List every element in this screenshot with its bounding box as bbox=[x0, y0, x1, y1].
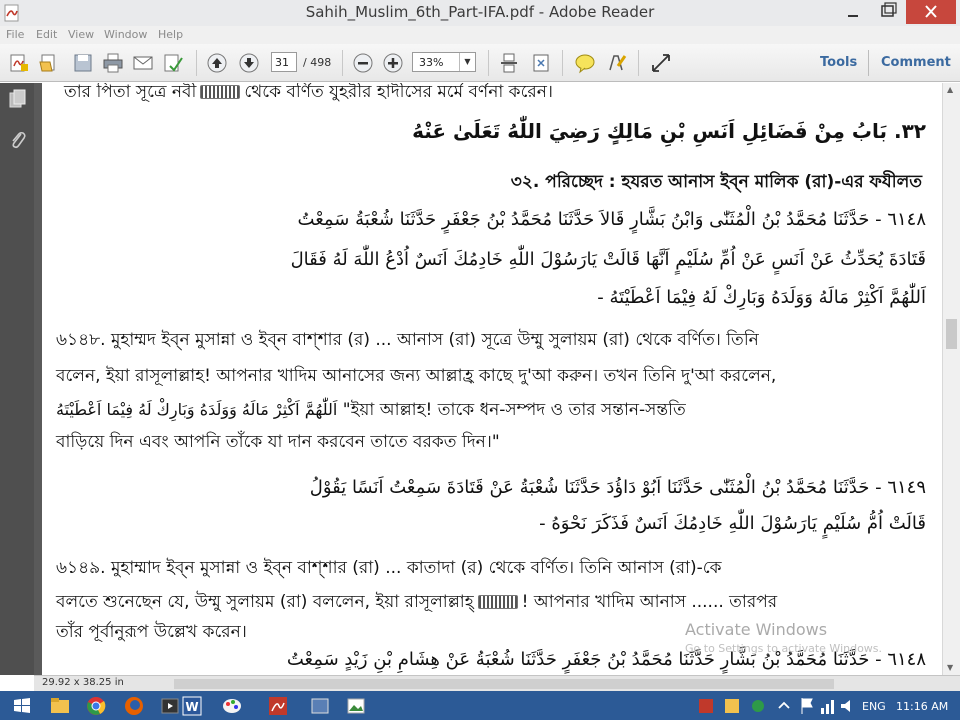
windows-start-icon[interactable] bbox=[6, 694, 38, 718]
bengali-hadith-line: তাঁর পূর্বানুরূপ উল্লেখ করেন। bbox=[56, 622, 247, 642]
picture-viewer-icon[interactable] bbox=[340, 694, 372, 718]
close-button[interactable] bbox=[906, 0, 956, 24]
doc-line: তার পিতা সূত্রে নবী থেকে বর্ণিত যুহরীর হা… bbox=[64, 83, 553, 102]
paint-icon[interactable] bbox=[216, 694, 248, 718]
activation-watermark-subtitle: Go to Settings to activate Windows. bbox=[685, 642, 883, 655]
app-window-icon[interactable] bbox=[304, 694, 336, 718]
read-mode-icon[interactable] bbox=[650, 52, 672, 74]
clock[interactable]: 11:16 AM bbox=[896, 700, 948, 713]
adobe-reader-taskbar-icon[interactable] bbox=[262, 694, 294, 718]
svg-text:W: W bbox=[185, 700, 198, 714]
chapter-heading-arabic: ٣٢. بَابُ مِنْ فَضَائِلِ اَنَسِ بْنِ مَا… bbox=[412, 119, 926, 143]
tools-panel-button[interactable]: Tools bbox=[820, 55, 857, 70]
arabic-hadith-line: ٦١٤٩ - حَدَّثَنَا مُحَمَّدُ بْنُ الْمُثَ… bbox=[309, 477, 926, 498]
page-total: / 498 bbox=[303, 56, 332, 69]
comment-panel-button[interactable]: Comment bbox=[881, 55, 951, 70]
inline-arabic-dua: اَللّٰهُمَّ اَكْثِرْ مَالَهُ وَوَلَدَهُ … bbox=[56, 400, 338, 419]
chrome-icon[interactable] bbox=[80, 694, 112, 718]
next-page-icon[interactable] bbox=[238, 52, 260, 74]
scroll-down-icon[interactable]: ▼ bbox=[947, 663, 953, 672]
toolbar-separator bbox=[196, 50, 197, 76]
salawat-glyph-icon bbox=[200, 85, 241, 99]
document-page: তার পিতা সূত্রে নবী থেকে বর্ণিত যুহরীর হা… bbox=[42, 83, 942, 675]
menu-bar: File Edit View Window Help bbox=[0, 26, 960, 44]
previous-page-icon[interactable] bbox=[206, 52, 228, 74]
scroll-up-icon[interactable]: ▲ bbox=[947, 85, 953, 94]
salawat-glyph-icon bbox=[477, 595, 518, 609]
vertical-scrollbar[interactable]: ▲ ▼ bbox=[942, 83, 960, 675]
fit-page-icon[interactable] bbox=[530, 52, 552, 74]
print-icon[interactable] bbox=[102, 52, 124, 74]
menu-view[interactable]: View bbox=[68, 28, 94, 41]
zoom-value: 33% bbox=[419, 56, 444, 69]
toolbar: 31 / 498 33% ▼ Tools Comment bbox=[0, 44, 960, 82]
activation-watermark-title: Activate Windows bbox=[685, 620, 828, 639]
menu-help[interactable]: Help bbox=[158, 28, 183, 41]
toolbar-separator bbox=[342, 50, 343, 76]
menu-file[interactable]: File bbox=[6, 28, 24, 41]
bengali-hadith-line: বাড়িয়ে দিন এবং আপনি তাঁকে যা দান করবেন… bbox=[56, 432, 500, 452]
windows-taskbar: W ENG 11:16 AM bbox=[0, 691, 960, 720]
open-file-icon[interactable] bbox=[38, 52, 60, 74]
attachment-icon[interactable] bbox=[8, 129, 28, 151]
highlight-text-icon[interactable] bbox=[606, 52, 628, 74]
bengali-hadith-line: বলেন, ইয়া রাসূলাল্লাহ! আপনার খাদিম আনাস… bbox=[56, 366, 777, 386]
arabic-hadith-line: ٦١٤٨ - حَدَّثَنَا مُحَمَّدُ بْنُ الْمُثَ… bbox=[297, 209, 926, 230]
language-indicator[interactable]: ENG bbox=[862, 700, 886, 713]
toolbar-divider bbox=[868, 50, 869, 76]
arabic-hadith-line: قَالَتْ اُمُّ سُلَيْمٍ يَارَسُوْلَ اللّٰ… bbox=[539, 513, 926, 534]
chapter-heading-bengali: ৩২. পরিচ্ছেদ : হযরত আনাস ইব্ন মালিক (রা)… bbox=[510, 172, 922, 192]
zoom-in-icon[interactable] bbox=[382, 52, 404, 74]
menu-edit[interactable]: Edit bbox=[36, 28, 57, 41]
page-size-readout: 29.92 x 38.25 in bbox=[42, 677, 124, 688]
firefox-icon[interactable] bbox=[118, 694, 150, 718]
scrollbar-thumb[interactable] bbox=[946, 319, 957, 349]
email-icon[interactable] bbox=[132, 52, 154, 74]
word-icon[interactable]: W bbox=[176, 694, 208, 718]
arabic-hadith-line: قَتَادَةَ يُحَدِّثُ عَنْ اَنَسٍ عَنْ اُم… bbox=[290, 249, 926, 270]
window-title: Sahih_Muslim_6th_Part-IFA.pdf - Adobe Re… bbox=[305, 3, 655, 21]
create-pdf-icon[interactable] bbox=[8, 52, 30, 74]
page-gutter bbox=[34, 83, 42, 675]
sticky-note-icon[interactable] bbox=[574, 52, 596, 74]
toolbar-separator bbox=[562, 50, 563, 76]
zoom-select[interactable]: 33% ▼ bbox=[412, 52, 476, 72]
review-icon[interactable] bbox=[162, 52, 184, 74]
status-bar: 29.92 x 38.25 in bbox=[34, 675, 960, 691]
chevron-down-icon[interactable]: ▼ bbox=[459, 53, 475, 71]
volume-icon[interactable] bbox=[832, 694, 864, 718]
navigation-pane bbox=[0, 83, 34, 675]
pages-thumbnail-icon[interactable] bbox=[8, 89, 28, 111]
menu-window[interactable]: Window bbox=[104, 28, 147, 41]
horizontal-scrollbar-thumb[interactable] bbox=[174, 679, 834, 689]
file-explorer-icon[interactable] bbox=[44, 694, 76, 718]
toolbar-separator bbox=[488, 50, 489, 76]
save-icon[interactable] bbox=[72, 52, 94, 74]
bengali-hadith-line: ৬১৪৮. মুহাম্মদ ইব্ন মুসান্না ও ইব্ন বাশ্… bbox=[56, 330, 759, 350]
page-number-input[interactable]: 31 bbox=[271, 52, 297, 72]
arabic-hadith-line: اَللّٰهُمَّ اَكْثِرْ مَالَهُ وَوَلَدَهُ … bbox=[597, 287, 926, 308]
toolbar-separator bbox=[638, 50, 639, 76]
title-bar: Sahih_Muslim_6th_Part-IFA.pdf - Adobe Re… bbox=[0, 0, 960, 26]
zoom-out-icon[interactable] bbox=[352, 52, 374, 74]
bengali-hadith-line: ৬১৪৯. মুহাম্মাদ ইব্ন মুসান্না ও ইব্ন বাশ… bbox=[56, 558, 722, 578]
bengali-hadith-line: বলতে শুনেছেন যে, উম্মু সুলায়ম (রা) বললে… bbox=[56, 592, 778, 612]
scrolling-mode-icon[interactable] bbox=[498, 52, 520, 74]
bengali-hadith-line: اَللّٰهُمَّ اَكْثِرْ مَالَهُ وَوَلَدَهُ … bbox=[56, 400, 686, 420]
maximize-button[interactable] bbox=[866, 0, 910, 24]
